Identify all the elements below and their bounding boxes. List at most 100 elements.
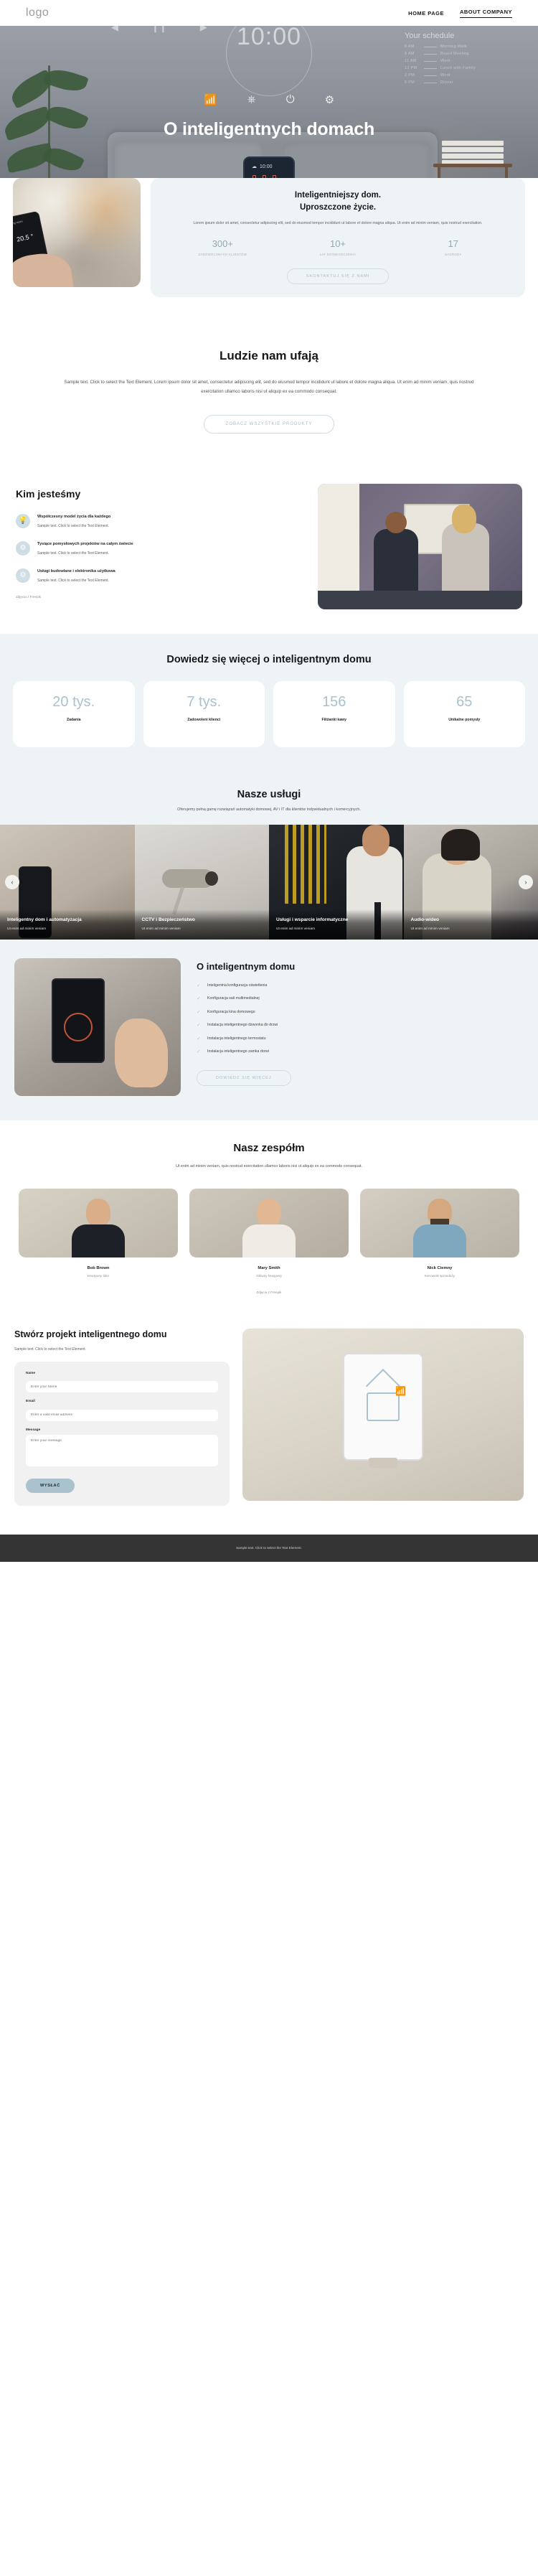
books-decor	[442, 141, 504, 165]
counter-value: 20 tys.	[52, 693, 95, 710]
wifi-icon: 📶	[203, 94, 217, 106]
stat-item: 10+ LAT DOŚWIADCZENIA	[280, 238, 396, 257]
service-text: Ut enim ad minim veniam	[141, 927, 181, 931]
member-name: Mary Smith	[258, 1266, 280, 1271]
hud-media-controls: ◀ ❙❙ ▶	[111, 26, 207, 33]
name-field-group: Name	[26, 1372, 218, 1393]
intro-stats: 300+ ZADOWOLONYCH KLIENTÓW 10+ LAT DOŚWI…	[165, 238, 511, 257]
intro-paragraph: Lorem ipsum dolor sit amet, consectetur …	[193, 221, 483, 226]
schedule-time: 6 AM	[405, 45, 415, 49]
intro-section: Living room 20.5 ° Inteligentniejszy dom…	[0, 178, 538, 324]
check-list-item: ✓ Konfiguracja kina domowego	[197, 1010, 524, 1016]
email-input[interactable]	[26, 1409, 218, 1421]
contact-subtitle: Sample text. Click to select the Text El…	[14, 1346, 86, 1352]
who-photo	[318, 483, 522, 609]
nav-item-home-page[interactable]: HOME PAGE	[408, 10, 444, 17]
counter-value: 65	[456, 693, 473, 710]
stat-value: 17	[448, 238, 458, 250]
schedule-task: Dinner	[440, 80, 454, 85]
feature-text: Sample text. Click to select the Text El…	[37, 578, 109, 583]
service-slide[interactable]: Usługi i wsparcie informatyczne Ut enim …	[269, 824, 404, 940]
feature-item: ⚙ Usługi budowlane i elektronika użytkow…	[16, 568, 299, 584]
check-icon: ✓	[197, 1009, 201, 1015]
phone-time: 10:00	[260, 164, 273, 169]
member-name: Bob Brown	[87, 1266, 110, 1271]
team-title: Nasz zespółm	[233, 1141, 305, 1154]
intro-card: Inteligentniejszy dom. Uproszczone życie…	[151, 178, 525, 297]
site-header: logo HOME PAGE ABOUT COMPANY	[0, 0, 538, 26]
check-list-item: ✓ Konfiguracja sali multimedialnej	[197, 996, 524, 1002]
nav-item-about-company[interactable]: ABOUT COMPANY	[459, 9, 512, 18]
schedule-row: 5 PM Dinner	[405, 80, 519, 85]
name-input[interactable]	[26, 1381, 218, 1393]
services-slider[interactable]: ‹ Inteligentny dom i automatyzacja Ut en…	[0, 824, 538, 940]
hud-status-icons: 📶 ⎈ ⏻ ⚙	[204, 93, 334, 106]
member-photo	[360, 1189, 519, 1258]
counter-value: 156	[322, 693, 346, 710]
check-label: Inteligentna konfiguracja oświetlenia	[207, 983, 268, 988]
feature-text: Sample text. Click to select the Text El…	[37, 524, 109, 529]
message-label: Message	[26, 1428, 41, 1432]
service-title: CCTV i Bezpieczeństwo	[141, 917, 195, 923]
schedule-time: 12 PM	[405, 66, 417, 70]
service-slide[interactable]: Inteligentny dom i automatyzacja Ut enim…	[0, 824, 135, 940]
check-label: Instalacja inteligentnego termostatu	[207, 1036, 266, 1041]
schedule-task: Lunch with Family	[440, 66, 476, 70]
member-role: Główny księgowy	[256, 1274, 282, 1278]
services-title: Nasze usługi	[237, 788, 301, 800]
service-text: Ut enim ad minim veniam	[7, 927, 47, 931]
see-all-products-button[interactable]: ZOBACZ WSZYSTKIE PRODUKTY	[203, 414, 335, 434]
about-smart-home-section: O inteligentnym domu ✓ Inteligentna konf…	[0, 939, 538, 1120]
check-icon: ✓	[197, 1049, 201, 1055]
tablet-stand	[369, 1458, 397, 1469]
counter-label: Zadowoleni klienci	[187, 717, 221, 722]
counters-title: Dowiedz się więcej o inteligentnym domu	[166, 653, 372, 665]
bluetooth-icon: ⎈	[247, 93, 256, 106]
chevron-left-icon[interactable]: ‹	[5, 874, 19, 889]
site-logo[interactable]: logo	[26, 6, 49, 19]
check-label: Instalacja inteligentnego zamka drzwi	[207, 1049, 269, 1054]
counter-card: 20 tys. Zadania	[13, 680, 135, 747]
service-title: Inteligentny dom i automatyzacja	[7, 917, 82, 923]
feature-title: Usługi budowlane i elektronika użytkowa	[37, 568, 115, 573]
stat-item: 17 NAGRODY	[395, 238, 511, 257]
check-icon: ✓	[197, 983, 201, 988]
play-icon: ▶	[199, 26, 207, 32]
schedule-time: 8 AM	[405, 52, 415, 56]
feature-title: Tysiące pomysłowych projektów na całym ś…	[37, 541, 133, 546]
schedule-row: 8 AM Board Meeting	[405, 52, 519, 56]
hud-schedule-panel: Your schedule 6 AM Morning Walk 8 AM Board…	[405, 32, 519, 88]
schedule-row: 11 AM Work	[405, 59, 519, 63]
intro-photo: Living room 20.5 °	[13, 178, 141, 287]
submit-button[interactable]: WYSŁAĆ	[26, 1478, 75, 1493]
counter-label: Filiżanki kawy	[321, 717, 347, 722]
schedule-time: 11 AM	[405, 59, 417, 63]
check-icon: ✓	[197, 996, 201, 1002]
chevron-right-icon[interactable]: ›	[519, 874, 533, 889]
service-slide[interactable]: CCTV i Bezpieczeństwo Ut enim ad minim v…	[134, 824, 269, 940]
member-role: Kierownik sprzedaży	[424, 1274, 456, 1278]
trust-section: Ludzie nam ufają Sample text. Click to s…	[0, 324, 538, 465]
photo-credit[interactable]: Zdjęcia z Freepik	[19, 1291, 519, 1294]
contact-us-button[interactable]: SKONTAKTUJ SIĘ Z NAMI	[286, 268, 390, 284]
contact-form: Name Email Message WYSŁAĆ	[14, 1361, 230, 1506]
counter-card: 65 Unikalne pomysły	[403, 680, 525, 747]
contact-section: Stwórz projekt inteligentnego domu Sampl…	[0, 1313, 538, 1535]
service-slide[interactable]: Audio-wideo Ut enim ad minim veniam	[403, 824, 538, 940]
counter-card: 156 Filiżanki kawy	[273, 680, 395, 747]
service-title: Usługi i wsparcie informatyczne	[276, 917, 349, 923]
message-field-group: Message	[26, 1428, 218, 1470]
power-icon: ⏻	[285, 93, 295, 106]
message-textarea[interactable]	[26, 1434, 218, 1466]
trust-title: Ludzie nam ufają	[220, 348, 318, 362]
counter-card: 7 tys. Zadowoleni klienci	[143, 680, 265, 747]
feature-title: Współczesny model życia dla każdego	[37, 514, 111, 519]
hero-title: O inteligentnych domach	[163, 119, 375, 139]
who-title: Kim jesteśmy	[16, 487, 81, 500]
learn-more-button[interactable]: DOWIEDZ SIĘ WIĘCEJ	[197, 1069, 291, 1086]
check-list-item: ✓ Inteligentna konfiguracja oświetlenia	[197, 983, 524, 989]
stat-label: NAGRODY	[444, 253, 462, 257]
photo-credit[interactable]: Zdjęcia z Freepik	[16, 595, 299, 599]
main-navigation: HOME PAGE ABOUT COMPANY	[408, 9, 512, 18]
stat-value: 300+	[212, 238, 233, 250]
